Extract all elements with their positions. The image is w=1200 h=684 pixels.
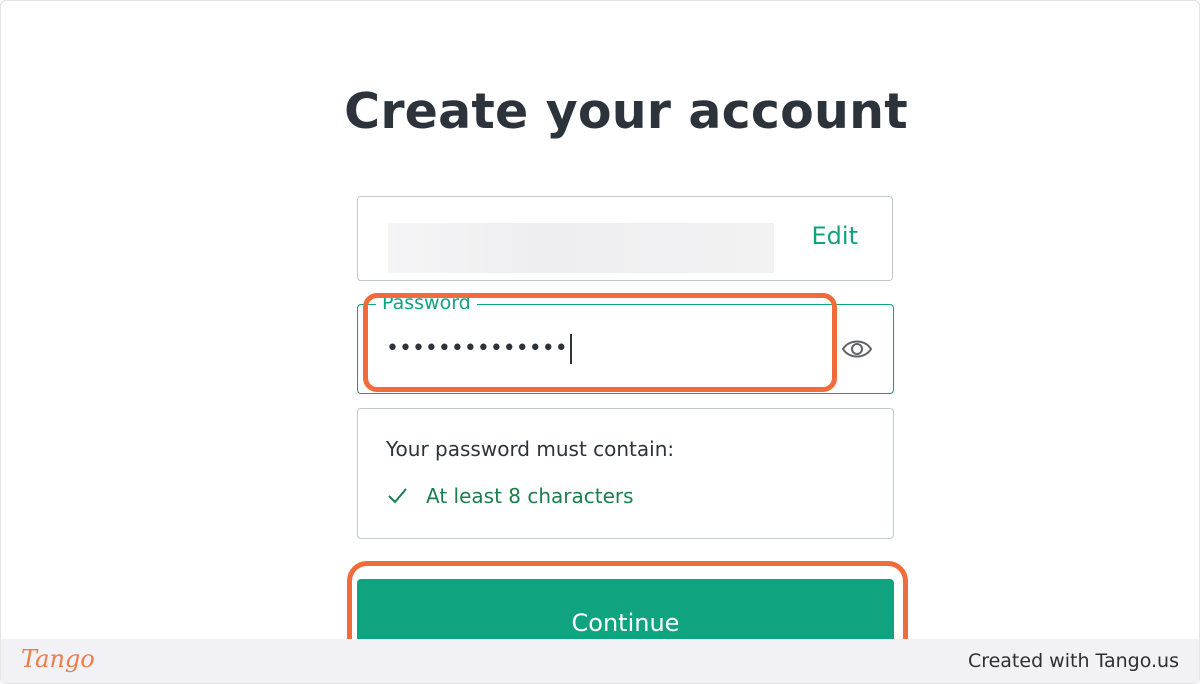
footer-credit: Created with Tango.us [967, 650, 1179, 672]
page-title: Create your account [344, 83, 908, 140]
edit-email-link[interactable]: Edit [812, 222, 858, 250]
text-caret [569, 334, 572, 364]
password-input[interactable]: •••••••••••••• [386, 329, 572, 369]
email-display: Edit [357, 196, 893, 281]
eye-icon[interactable] [841, 335, 873, 363]
check-icon [388, 488, 407, 504]
redacted-email [388, 223, 774, 273]
password-masked-value: •••••••••••••• [386, 336, 568, 361]
password-requirements: Your password must contain: At least 8 c… [357, 408, 894, 539]
requirement-item: At least 8 characters [386, 484, 634, 508]
password-label: Password [376, 292, 477, 314]
requirement-label: At least 8 characters [426, 484, 634, 508]
footer-bar: Tango Created with Tango.us [1, 639, 1199, 683]
requirements-heading: Your password must contain: [386, 437, 675, 461]
password-field[interactable]: Password •••••••••••••• [357, 292, 894, 394]
signup-page: Create your account Edit Password ••••••… [0, 0, 1200, 684]
tango-logo: Tango [21, 645, 95, 673]
